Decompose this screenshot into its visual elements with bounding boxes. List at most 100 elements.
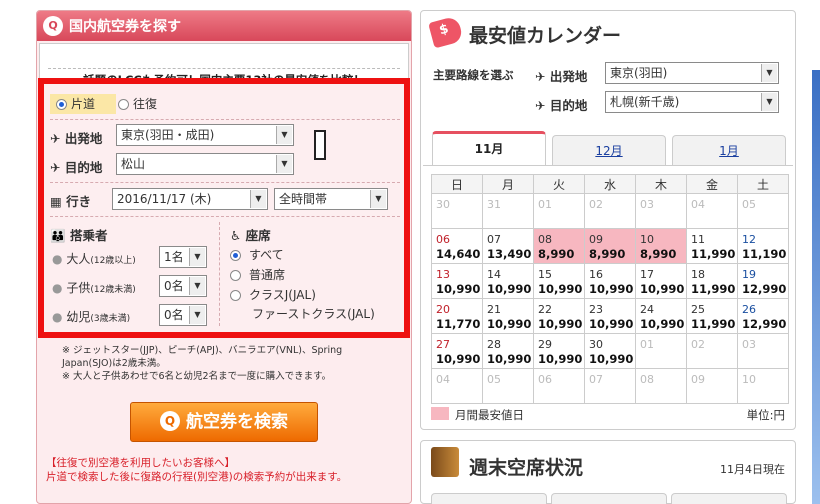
calendar-day-cell[interactable]: 19 12,990 — [737, 263, 789, 299]
seat-option-class-j[interactable]: クラスJ(JAL) — [230, 287, 316, 303]
day-number: 30 — [589, 338, 603, 351]
chevron-down-icon: ▼ — [189, 248, 205, 266]
calendar-day-cell[interactable]: 24 10,990 — [635, 298, 687, 334]
day-number: 05 — [742, 198, 756, 211]
calendar-day-cell[interactable]: 15 10,990 — [533, 263, 585, 299]
day-number: 10 — [640, 233, 654, 246]
day-number: 17 — [640, 268, 654, 281]
calendar-day-cell[interactable]: 07 13,490 — [482, 228, 534, 264]
calendar-day-cell: 30 — [431, 193, 483, 229]
landing-icon: ✈ — [50, 160, 61, 175]
chevron-down-icon: ▼ — [276, 126, 292, 144]
calendar-day-cell[interactable]: 28 10,990 — [482, 333, 534, 369]
cal-departure-select[interactable]: 東京(羽田) ▼ — [605, 62, 779, 84]
chevron-down-icon: ▼ — [370, 190, 386, 208]
day-price: 11,990 — [691, 247, 736, 261]
destination-select[interactable]: 松山 ▼ — [116, 153, 294, 175]
calendar-day-cell[interactable]: 09 8,990 — [584, 228, 636, 264]
calendar-day-cell: 06 — [533, 368, 585, 404]
weekend-tab[interactable] — [671, 493, 787, 504]
day-number: 06 — [538, 373, 552, 386]
calendar-day-cell[interactable]: 10 8,990 — [635, 228, 687, 264]
day-price: 10,990 — [589, 282, 634, 296]
calendar-day-cell[interactable]: 27 10,990 — [431, 333, 483, 369]
day-price: 10,990 — [640, 282, 685, 296]
calendar-day-cell[interactable]: 12 11,190 — [737, 228, 789, 264]
day-number: 21 — [487, 303, 501, 316]
cal-destination-select[interactable]: 札幌(新千歳) ▼ — [605, 91, 779, 113]
calendar-day-cell[interactable]: 08 8,990 — [533, 228, 585, 264]
weekend-tab[interactable] — [431, 493, 547, 504]
calendar-day-cell: 01 — [533, 193, 585, 229]
chevron-down-icon: ▼ — [250, 190, 266, 208]
calendar-day-cell: 09 — [686, 368, 738, 404]
calendar-day-cell[interactable]: 16 10,990 — [584, 263, 636, 299]
trip-type-round-trip-option[interactable]: 往復 — [118, 94, 157, 114]
chevron-down-icon: ▼ — [276, 155, 292, 173]
infant-row-label: ● 幼児(3歳未満) — [52, 310, 131, 324]
calendar-day-cell[interactable]: 21 10,990 — [482, 298, 534, 334]
note-line: ※ ジェットスター(JJP)、ピーチ(APJ)、バニラエア(VNL)、Sprin… — [62, 345, 343, 369]
day-price: 10,990 — [538, 282, 583, 296]
trip-type-one-way-option[interactable]: 片道 — [50, 94, 116, 114]
tab-baseline — [423, 165, 793, 166]
departure-label-group: ✈ 出発地 — [50, 128, 102, 147]
weekday-header: 土 — [737, 174, 789, 194]
calendar-day-cell[interactable]: 14 10,990 — [482, 263, 534, 299]
weekday-header: 火 — [533, 174, 585, 194]
child-count-select[interactable]: 0名 ▼ — [159, 275, 207, 297]
calendar-day-cell[interactable]: 11 11,990 — [686, 228, 738, 264]
day-price: 10,990 — [589, 317, 634, 331]
day-number: 22 — [538, 303, 552, 316]
seat-radio[interactable] — [230, 270, 241, 281]
calendar-day-cell[interactable]: 20 11,770 — [431, 298, 483, 334]
price-calendar: 日月火水木金土 30 31 01 02 03 04 05 06 14,640 07 13,490 08… — [431, 174, 789, 404]
day-number: 08 — [538, 233, 552, 246]
calendar-day-cell[interactable]: 29 10,990 — [533, 333, 585, 369]
calendar-icon: ▦ — [50, 194, 62, 209]
calendar-day-cell[interactable]: 23 10,990 — [584, 298, 636, 334]
tab-december[interactable]: 12月 — [552, 135, 666, 165]
calendar-day-cell[interactable]: 30 10,990 — [584, 333, 636, 369]
calendar-day-cell[interactable]: 22 10,990 — [533, 298, 585, 334]
search-flights-button[interactable]: Q 航空券を検索 — [130, 402, 318, 442]
day-number: 13 — [436, 268, 450, 281]
weekend-tab[interactable] — [551, 493, 667, 504]
one-way-radio[interactable] — [56, 99, 67, 110]
infant-count-select[interactable]: 0名 ▼ — [159, 304, 207, 326]
day-price: 13,490 — [487, 247, 532, 261]
day-number: 23 — [589, 303, 603, 316]
search-icon: Q — [43, 16, 63, 36]
calendar-day-cell[interactable]: 26 12,990 — [737, 298, 789, 334]
round-trip-radio[interactable] — [118, 99, 129, 110]
calendar-day-cell[interactable]: 18 11,990 — [686, 263, 738, 299]
right-edge-banner — [812, 70, 820, 504]
departure-select[interactable]: 東京(羽田・成田) ▼ — [116, 124, 294, 146]
weekend-title: 週末空席状況 — [469, 457, 584, 479]
day-price: 11,990 — [691, 282, 736, 296]
calendar-title: 最安値カレンダー — [469, 25, 622, 47]
date-select[interactable]: 2016/11/17 (木) ▼ — [112, 188, 268, 210]
seat-radio[interactable] — [230, 290, 241, 301]
time-select[interactable]: 全時間帯 ▼ — [274, 188, 388, 210]
calendar-day-cell: 03 — [737, 333, 789, 369]
seat-radio[interactable] — [230, 250, 241, 261]
day-number: 27 — [436, 338, 450, 351]
chevron-down-icon: ▼ — [189, 306, 205, 324]
calendar-day-cell[interactable]: 13 10,990 — [431, 263, 483, 299]
day-number: 30 — [436, 198, 450, 211]
seat-option-first-class[interactable]: ファーストクラス(JAL) — [252, 306, 375, 322]
adult-count-select[interactable]: 1名 ▼ — [159, 246, 207, 268]
chevron-down-icon: ▼ — [761, 93, 777, 111]
calendar-day-cell[interactable]: 06 14,640 — [431, 228, 483, 264]
calendar-day-cell[interactable]: 25 11,990 — [686, 298, 738, 334]
seat-option-all[interactable]: すべて — [230, 247, 284, 263]
tab-january[interactable]: 1月 — [672, 135, 786, 165]
seat-option-economy[interactable]: 普通席 — [230, 267, 285, 283]
cal-destination-label-group: ✈ 目的地 — [535, 95, 587, 114]
round-trip-label: 往復 — [133, 97, 158, 111]
swap-airports-button[interactable] — [314, 130, 326, 160]
roundtrip-note: 【往復で別空港を利用したいお客様へ】 片道で検索した後に復路の行程(別空港)の検… — [46, 456, 347, 484]
calendar-day-cell[interactable]: 17 10,990 — [635, 263, 687, 299]
tab-november[interactable]: 11月 — [432, 131, 546, 165]
